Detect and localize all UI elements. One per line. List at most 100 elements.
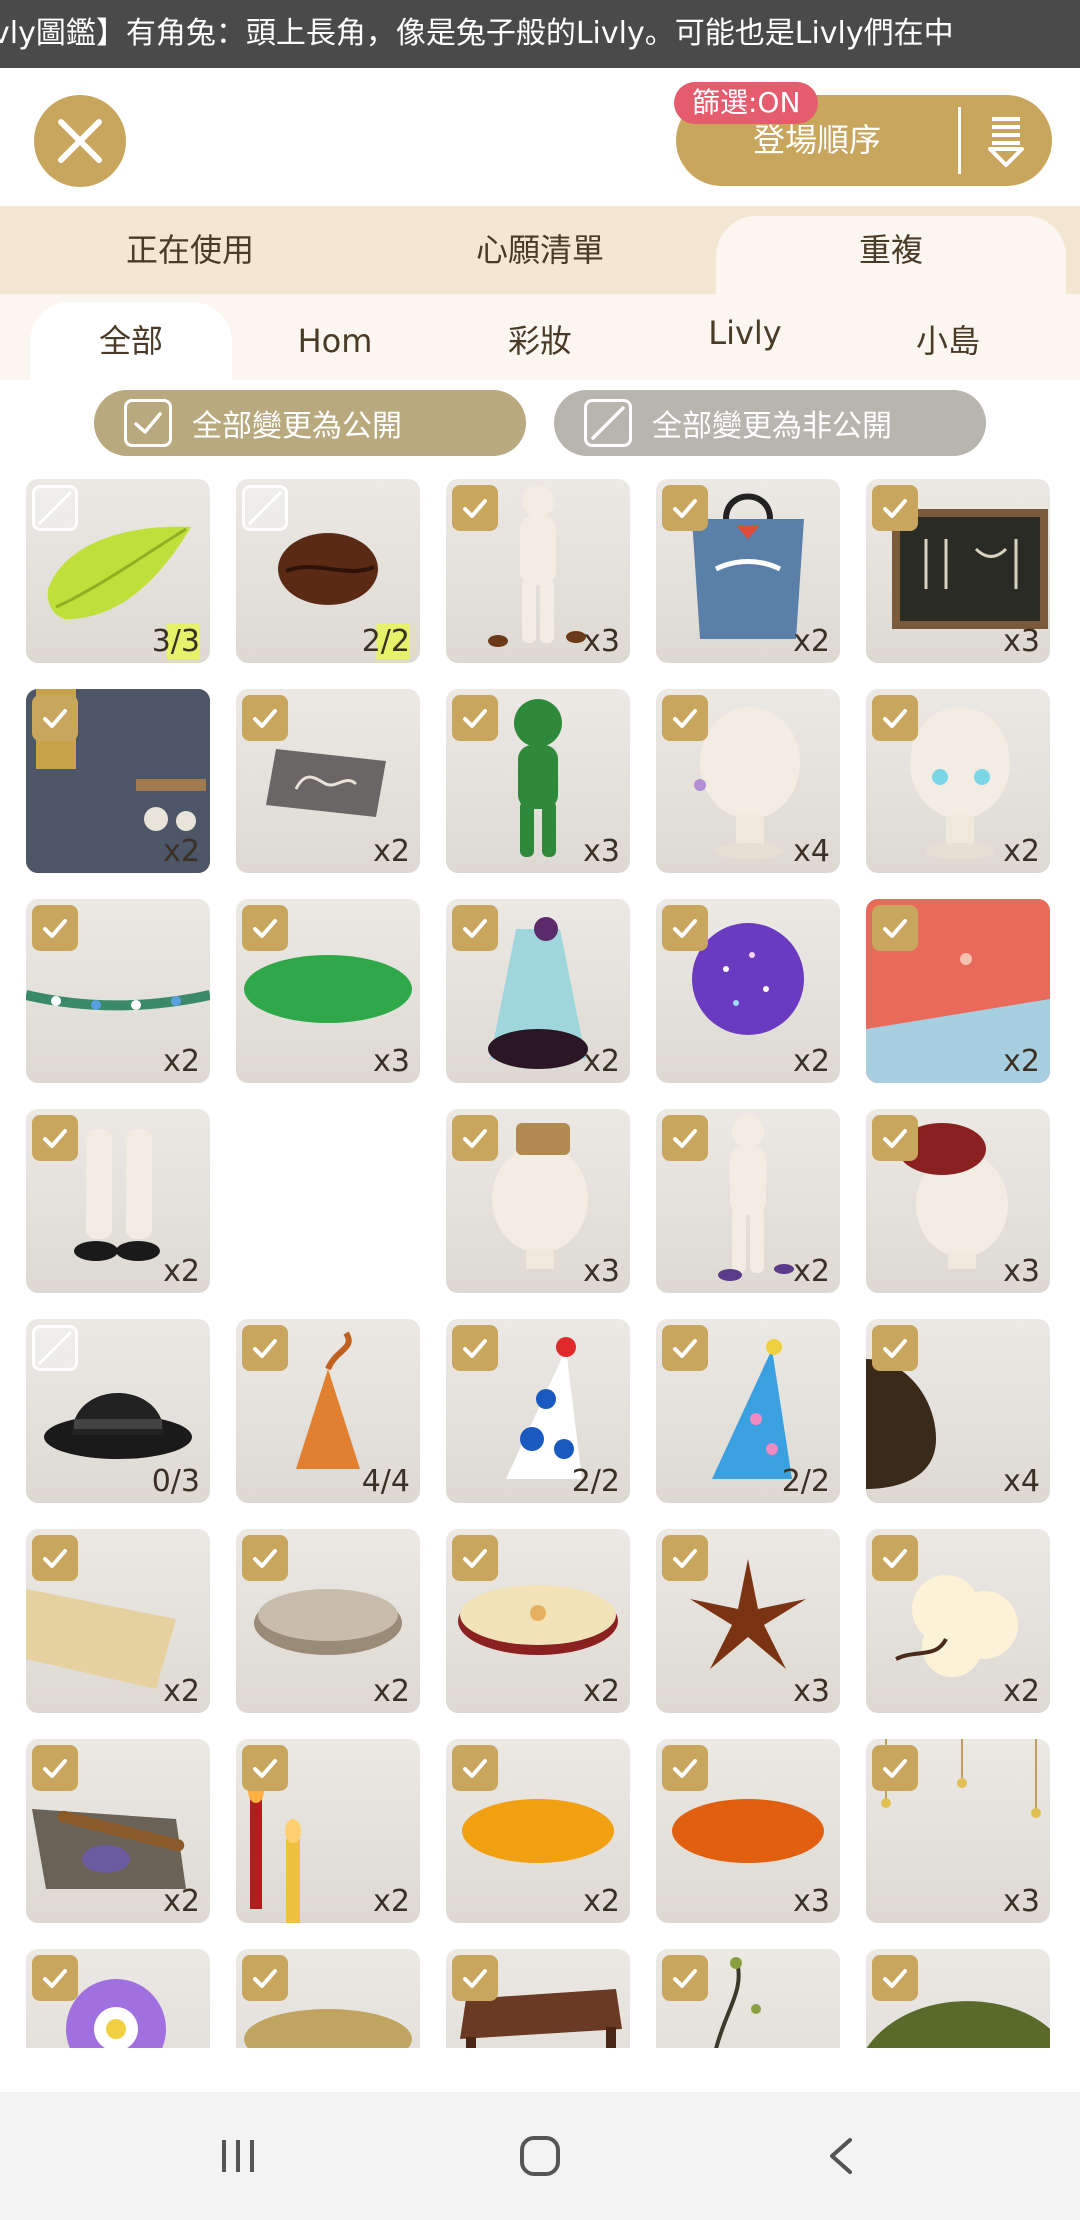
item-tile[interactable]: 4/4 xyxy=(236,1319,420,1503)
checked-toggle[interactable] xyxy=(872,1535,918,1581)
recent-apps-button[interactable] xyxy=(198,2122,278,2190)
item-tile[interactable]: x2 xyxy=(446,899,630,1083)
item-tile[interactable] xyxy=(446,1949,630,2048)
filter-status-badge[interactable]: 篩選:ON xyxy=(674,82,819,124)
make-all-public-button[interactable]: 全部變更為公開 xyxy=(94,390,526,456)
item-tile[interactable]: x3 xyxy=(656,1529,840,1713)
system-nav-bar xyxy=(0,2092,1080,2220)
checked-toggle[interactable] xyxy=(452,1955,498,2001)
item-quantity: x4 xyxy=(793,834,830,869)
checked-toggle[interactable] xyxy=(662,1955,708,2001)
checked-toggle[interactable] xyxy=(662,1535,708,1581)
item-tile[interactable]: x2 xyxy=(26,689,210,873)
item-tile[interactable]: x2 xyxy=(446,1529,630,1713)
item-tile[interactable]: 3/3 xyxy=(26,479,210,663)
item-tile[interactable]: x2 xyxy=(236,689,420,873)
checked-toggle[interactable] xyxy=(452,905,498,951)
item-tile[interactable]: x2 xyxy=(236,1739,420,1923)
checked-toggle[interactable] xyxy=(662,905,708,951)
unchecked-toggle[interactable] xyxy=(242,485,288,531)
item-tile[interactable]: x2 xyxy=(26,899,210,1083)
checked-toggle[interactable] xyxy=(872,1325,918,1371)
checked-toggle[interactable] xyxy=(662,485,708,531)
item-tile[interactable] xyxy=(866,1949,1050,2048)
tab-makeup[interactable]: 彩妝 xyxy=(440,302,640,380)
item-tile[interactable]: 2/2 xyxy=(236,479,420,663)
item-tile[interactable] xyxy=(236,1949,420,2048)
checked-toggle[interactable] xyxy=(242,1745,288,1791)
item-tile[interactable]: 2/2 xyxy=(446,1319,630,1503)
checked-toggle[interactable] xyxy=(452,695,498,741)
tab-wishlist[interactable]: 心願清單 xyxy=(380,206,700,294)
checked-toggle[interactable] xyxy=(872,1115,918,1161)
item-quantity: x2 xyxy=(163,1674,200,1709)
tab-hom[interactable]: Hom xyxy=(235,302,435,380)
tab-in-use[interactable]: 正在使用 xyxy=(30,206,350,294)
item-tile[interactable]: x2 xyxy=(866,1529,1050,1713)
item-tile[interactable]: x2 xyxy=(26,1109,210,1293)
item-tile[interactable]: x2 xyxy=(866,899,1050,1083)
item-tile[interactable]: x2 xyxy=(446,1739,630,1923)
item-tile[interactable]: x2 xyxy=(866,689,1050,873)
checked-toggle[interactable] xyxy=(242,905,288,951)
checked-toggle[interactable] xyxy=(242,695,288,741)
checked-toggle[interactable] xyxy=(662,1115,708,1161)
item-tile[interactable]: x3 xyxy=(446,1109,630,1293)
checked-toggle[interactable] xyxy=(32,695,78,741)
home-icon xyxy=(520,2136,560,2176)
tab-duplicates[interactable]: 重複 xyxy=(716,216,1066,294)
item-quantity: x2 xyxy=(1003,1674,1040,1709)
item-tile[interactable]: x3 xyxy=(866,1109,1050,1293)
item-tile[interactable]: x2 xyxy=(26,1739,210,1923)
checked-toggle[interactable] xyxy=(662,1745,708,1791)
checked-toggle[interactable] xyxy=(32,905,78,951)
item-tile[interactable]: x2 xyxy=(656,479,840,663)
checked-toggle[interactable] xyxy=(242,1535,288,1581)
checked-toggle[interactable] xyxy=(872,1745,918,1791)
checked-toggle[interactable] xyxy=(662,695,708,741)
item-tile[interactable]: x2 xyxy=(656,1109,840,1293)
item-tile[interactable]: x2 xyxy=(26,1529,210,1713)
unchecked-toggle[interactable] xyxy=(32,1325,78,1371)
sort-list-icon[interactable] xyxy=(976,113,1036,169)
checked-toggle[interactable] xyxy=(32,1535,78,1581)
item-tile[interactable]: x4 xyxy=(656,689,840,873)
checked-toggle[interactable] xyxy=(452,1535,498,1581)
checked-toggle[interactable] xyxy=(452,1325,498,1371)
checked-toggle[interactable] xyxy=(242,1955,288,2001)
bulk-action-row: 全部變更為公開 全部變更為非公開 xyxy=(0,380,1080,460)
home-button[interactable] xyxy=(500,2122,580,2190)
item-tile[interactable]: x3 xyxy=(656,1739,840,1923)
item-tile[interactable] xyxy=(656,1949,840,2048)
tab-all[interactable]: 全部 xyxy=(30,302,232,380)
checked-toggle[interactable] xyxy=(32,1745,78,1791)
checked-toggle[interactable] xyxy=(32,1115,78,1161)
back-button[interactable] xyxy=(802,2122,882,2190)
item-tile[interactable]: 2/2 xyxy=(656,1319,840,1503)
checked-toggle[interactable] xyxy=(872,905,918,951)
checked-toggle[interactable] xyxy=(452,1745,498,1791)
make-all-private-button[interactable]: 全部變更為非公開 xyxy=(554,390,986,456)
item-tile[interactable]: x4 xyxy=(866,1319,1050,1503)
item-tile[interactable]: x3 xyxy=(866,479,1050,663)
checked-toggle[interactable] xyxy=(872,695,918,741)
item-tile[interactable] xyxy=(26,1949,210,2048)
checked-toggle[interactable] xyxy=(242,1325,288,1371)
item-tile[interactable]: x2 xyxy=(236,1529,420,1713)
item-tile[interactable]: x3 xyxy=(236,899,420,1083)
item-tile[interactable]: x3 xyxy=(446,479,630,663)
item-tile[interactable]: x3 xyxy=(446,689,630,873)
item-tile[interactable]: 0/3 xyxy=(26,1319,210,1503)
checked-toggle[interactable] xyxy=(452,485,498,531)
checked-toggle[interactable] xyxy=(662,1325,708,1371)
close-button[interactable] xyxy=(34,95,126,187)
tab-livly[interactable]: Livly xyxy=(645,294,845,372)
tab-island[interactable]: 小島 xyxy=(848,302,1048,380)
item-tile[interactable]: x3 xyxy=(866,1739,1050,1923)
item-tile[interactable]: x2 xyxy=(656,899,840,1083)
checked-toggle[interactable] xyxy=(32,1955,78,2001)
checked-toggle[interactable] xyxy=(872,1955,918,2001)
checked-toggle[interactable] xyxy=(872,485,918,531)
unchecked-toggle[interactable] xyxy=(32,485,78,531)
checked-toggle[interactable] xyxy=(452,1115,498,1161)
